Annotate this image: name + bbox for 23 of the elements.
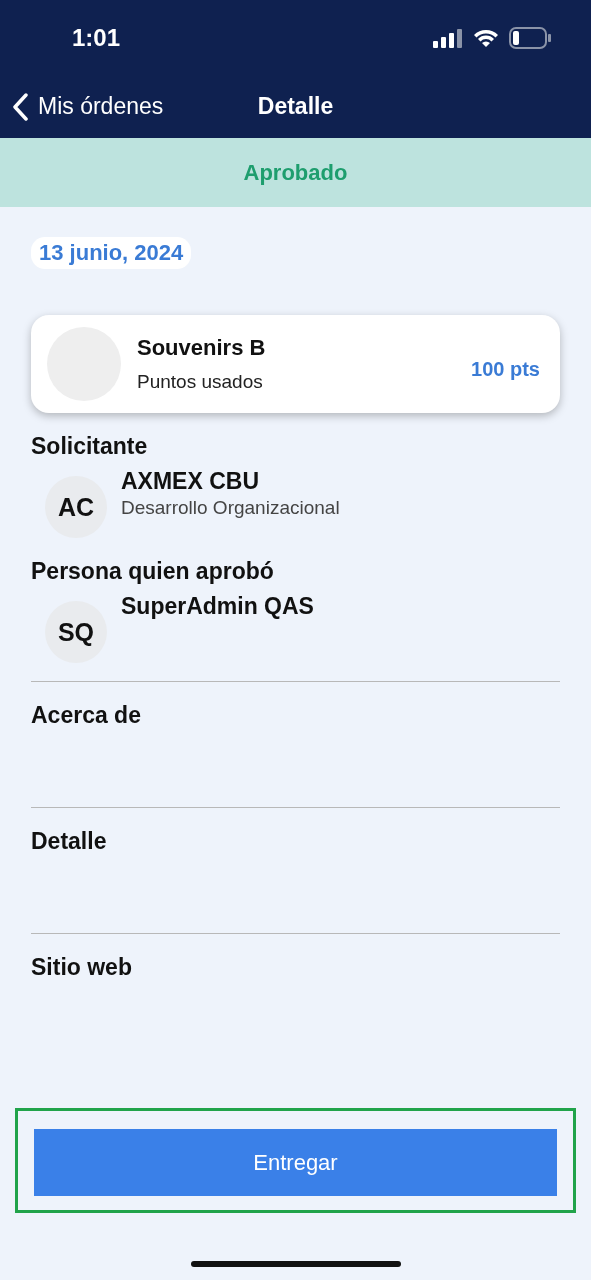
section-heading: Detalle bbox=[31, 828, 108, 855]
section-heading: Sitio web bbox=[31, 954, 133, 981]
initials-avatar: SQ bbox=[45, 601, 107, 663]
status-time: 1:01 bbox=[72, 23, 121, 52]
item-name: Souvenirs B bbox=[137, 335, 267, 361]
person-name: SuperAdmin QAS bbox=[121, 593, 314, 620]
deliver-button[interactable]: Entregar bbox=[34, 1129, 557, 1196]
points-caption: Puntos usados bbox=[137, 371, 264, 393]
section-heading: Solicitante bbox=[31, 433, 149, 460]
section-heading: Persona quien aprobó bbox=[31, 558, 275, 585]
battery-icon bbox=[509, 26, 551, 49]
signal-icon bbox=[433, 27, 463, 48]
person-name: AXMEX CBU bbox=[121, 468, 260, 495]
section-heading: Acerca de bbox=[31, 702, 142, 729]
chevron-left-icon bbox=[12, 92, 28, 121]
back-button[interactable]: Mis órdenes bbox=[12, 92, 164, 121]
screen-title: Detalle bbox=[257, 93, 334, 119]
wifi-icon bbox=[473, 27, 499, 48]
date-chip: 13 junio, 2024 bbox=[31, 237, 192, 269]
points-value: 100 pts bbox=[471, 357, 540, 381]
status-label: Aprobado bbox=[243, 159, 348, 186]
initials-avatar: AC bbox=[45, 476, 107, 538]
person-department: Desarrollo Organizacional bbox=[121, 497, 340, 519]
